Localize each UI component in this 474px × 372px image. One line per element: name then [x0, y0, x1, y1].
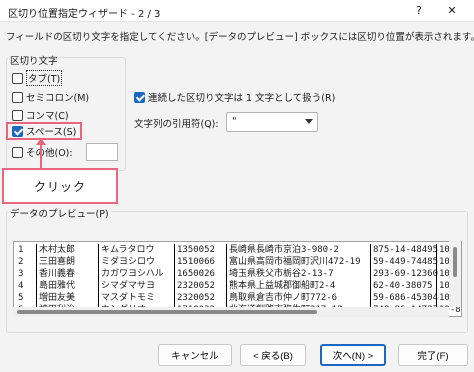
consecutive-delimiters-row[interactable]: 連続した区切り文字は 1 文字として扱う(R)	[134, 89, 335, 105]
comma-checkbox-label: コンマ(C)	[26, 111, 69, 122]
preview-cell: 島田雅代	[36, 280, 98, 292]
comma-checkbox[interactable]	[12, 109, 23, 121]
comma-checkbox-row[interactable]: コンマ(C)	[12, 107, 69, 123]
preview-cell: 熊本県上益城郡御船町2-4	[226, 280, 370, 292]
preview-cell: 1510066	[174, 256, 226, 268]
preview-cell: 293-69-12360	[370, 268, 438, 280]
preview-vertical-scroll-thumb[interactable]	[453, 247, 457, 277]
chevron-down-icon	[305, 119, 313, 124]
preview-cell: 4	[18, 281, 24, 291]
data-preview-box[interactable]: 1 木村太郎 キムラタロウ 1350052 長崎県長崎市京泊3-980-2 875-14-…	[13, 241, 462, 317]
preview-cell: 埼玉県秩父市栃谷2-13-7	[226, 268, 370, 280]
preview-cell: 875-14-48495	[370, 244, 438, 256]
preview-cell: 香川義春	[36, 268, 98, 280]
preview-cell: 2	[18, 257, 24, 267]
text-qualifier-value: "	[232, 116, 237, 127]
other-checkbox-label: その他(O):	[26, 148, 73, 159]
window-title: 区切り位置指定ウィザード - 2 / 3	[8, 9, 161, 20]
preview-horizontal-scrollbar[interactable]	[13, 307, 449, 317]
preview-cell: 長崎県長崎市京泊3-980-2	[226, 244, 370, 256]
cancel-button[interactable]: キャンセル	[158, 344, 232, 366]
preview-cell: マスダトモミ	[98, 292, 174, 304]
data-preview-label: データのプレビュー(P)	[8, 206, 111, 220]
tab-checkbox-label: タブ(T)	[26, 70, 63, 86]
preview-cell: 2320052	[174, 280, 226, 292]
preview-cell: 1	[18, 245, 24, 255]
text-to-columns-wizard-dialog: 区切り位置指定ウィザード - 2 / 3 ? ✕ フィールドの区切り文字を指定し…	[0, 0, 474, 372]
preview-cell: シマダマサヨ	[98, 280, 174, 292]
preview-cell: 3	[18, 269, 24, 279]
preview-horizontal-scroll-thumb[interactable]	[17, 310, 317, 314]
preview-cell: 2320052	[174, 292, 226, 304]
delimiters-group-label: 区切り文字	[8, 53, 60, 67]
preview-cell: 1650026	[174, 268, 226, 280]
consecutive-delimiters-label: 連続した区切り文字は 1 文字として扱う(R)	[148, 93, 336, 104]
back-button[interactable]: < 戻る(B)	[240, 344, 306, 366]
instruction-text: フィールドの区切り文字を指定してください。[データのプレビュー] ボックスには区…	[6, 32, 474, 43]
preview-cell: 増田友美	[36, 292, 98, 304]
title-bar: 区切り位置指定ウィザード - 2 / 3 ? ✕	[0, 0, 474, 22]
close-button[interactable]: ✕	[443, 3, 461, 19]
tab-checkbox-row[interactable]: タブ(T)	[12, 70, 63, 86]
preview-cell: ミダヨシロウ	[98, 256, 174, 268]
semicolon-checkbox-row[interactable]: セミコロン(M)	[12, 89, 89, 105]
finish-button[interactable]: 完了(F)	[398, 344, 468, 366]
help-button[interactable]: ?	[410, 3, 428, 19]
preview-cell: 三田喜朗	[36, 256, 98, 268]
next-button[interactable]: 次へ(N) >	[320, 344, 386, 366]
semicolon-checkbox-label: セミコロン(M)	[26, 93, 90, 104]
text-qualifier-label: 文字列の引用符(Q):	[134, 119, 219, 130]
other-delimiter-input[interactable]	[86, 143, 118, 161]
preview-cell: カガワヨシハル	[98, 268, 174, 280]
preview-vertical-scrollbar[interactable]	[449, 241, 461, 307]
other-checkbox[interactable]	[12, 146, 23, 158]
preview-cell: 木村太郎	[36, 244, 98, 256]
callout-arrow-icon	[36, 138, 46, 145]
preview-cell: キムラタロウ	[98, 244, 174, 256]
preview-cell: 富山県高岡市福岡町沢川472-19	[226, 256, 370, 268]
preview-cell: 5	[18, 293, 24, 303]
preview-cell: 1350052	[174, 244, 226, 256]
other-checkbox-row[interactable]: その他(O):	[12, 144, 73, 160]
semicolon-checkbox[interactable]	[12, 91, 23, 103]
consecutive-delimiters-checkbox[interactable]	[134, 91, 145, 103]
preview-cell: 62-40-38075	[370, 280, 436, 292]
preview-cell: 59-449-74485	[370, 256, 438, 268]
preview-cell: 鳥取県倉吉市仲ノ町772-6	[226, 292, 370, 304]
tab-checkbox[interactable]	[12, 72, 23, 84]
preview-cell: 59-686-45304	[370, 292, 438, 304]
text-qualifier-select[interactable]: "	[226, 112, 318, 132]
click-callout: クリック	[2, 168, 118, 204]
